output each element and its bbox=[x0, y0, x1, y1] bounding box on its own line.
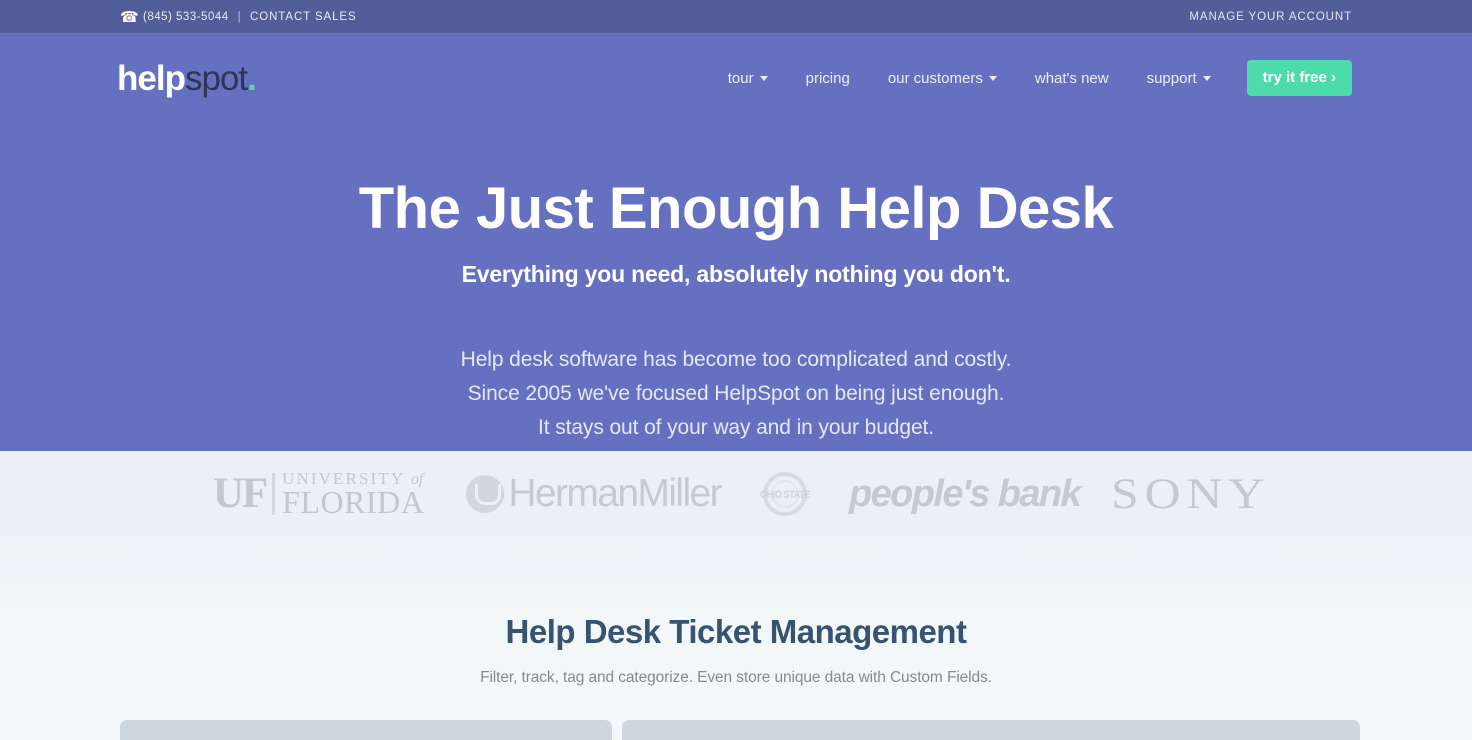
logo-university-of-florida: UF UNIVERSITY of FLORIDA bbox=[213, 470, 425, 518]
screenshot-panel-left bbox=[120, 720, 612, 740]
nav-item-our-customers[interactable]: our customers bbox=[888, 64, 997, 93]
logo-sony: SONY bbox=[1111, 470, 1264, 519]
hero-section: helpspot. tour pricing our customers wha… bbox=[0, 33, 1472, 451]
hero-content: The Just Enough Help Desk Everything you… bbox=[0, 123, 1472, 444]
section-title: Help Desk Ticket Management bbox=[505, 613, 967, 650]
nav-item-tour[interactable]: tour bbox=[728, 64, 768, 93]
chevron-down-icon bbox=[1202, 75, 1211, 81]
screenshot-panel-right bbox=[622, 720, 1360, 740]
nav-label-tour: tour bbox=[727, 69, 754, 87]
peoples-bank-wordmark: people's bank bbox=[849, 472, 1082, 515]
utility-bar-left: ☎ (845) 533-5044 | CONTACT SALES bbox=[120, 9, 357, 26]
chevron-down-icon bbox=[988, 75, 997, 81]
logo-herman-miller: HermanMiller bbox=[466, 472, 723, 516]
hero-paragraph-line-3: It stays out of your way and in your bud… bbox=[538, 415, 934, 439]
try-it-free-button[interactable]: try it free › bbox=[1246, 60, 1352, 96]
logo-text-dot: . bbox=[247, 58, 257, 98]
telephone-icon: ☎ bbox=[120, 9, 140, 26]
logo-text-help: help bbox=[117, 58, 186, 98]
section-subtitle: Filter, track, tag and categorize. Even … bbox=[480, 669, 992, 686]
logo-peoples-bank: people's bank bbox=[849, 472, 1082, 516]
contact-sales-link[interactable]: CONTACT SALES bbox=[250, 11, 357, 23]
nav-label-our-customers: our customers bbox=[887, 69, 983, 87]
logo-text-spot: spot bbox=[184, 58, 248, 98]
ticket-management-section: Help Desk Ticket Management Filter, trac… bbox=[0, 537, 1472, 740]
utility-separator: | bbox=[237, 10, 242, 23]
uf-wordmark: UNIVERSITY of FLORIDA bbox=[282, 470, 424, 518]
hero-paragraph-line-2: Since 2005 we've focused HelpSpot on bei… bbox=[467, 382, 1005, 406]
manage-your-account-link[interactable]: MANAGE YOUR ACCOUNT bbox=[1189, 11, 1352, 23]
uf-line-florida: FLORIDA bbox=[282, 484, 425, 520]
hero-headline: The Just Enough Help Desk bbox=[358, 176, 1114, 241]
nav-label-support: support bbox=[1146, 69, 1197, 87]
main-header: helpspot. tour pricing our customers wha… bbox=[0, 33, 1472, 123]
sony-wordmark: SONY bbox=[1111, 470, 1271, 518]
hero-paragraph: Help desk software has become too compli… bbox=[0, 343, 1472, 444]
nav-item-pricing[interactable]: pricing bbox=[806, 64, 850, 93]
sales-phone-number: (845) 533-5044 bbox=[143, 10, 229, 23]
screenshot-preview-panels bbox=[0, 720, 1472, 740]
nav-item-whats-new[interactable]: what's new bbox=[1035, 64, 1109, 93]
ohio-state-mark-icon: OHIO STATE bbox=[760, 472, 810, 516]
chevron-down-icon bbox=[759, 75, 768, 81]
landing-page: ☎ (845) 533-5044 | CONTACT SALES MANAGE … bbox=[0, 0, 1472, 740]
uf-divider bbox=[272, 473, 276, 515]
uf-monogram: UF bbox=[212, 470, 268, 518]
customer-logo-strip: UF UNIVERSITY of FLORIDA HermanMiller OH… bbox=[0, 451, 1472, 537]
herman-miller-mark-icon bbox=[466, 475, 505, 513]
ohio-state-wordmark: OHIO STATE bbox=[760, 487, 810, 501]
primary-navigation: tour pricing our customers what's new su… bbox=[728, 60, 1352, 96]
nav-item-support[interactable]: support bbox=[1147, 64, 1211, 93]
hero-paragraph-line-1: Help desk software has become too compli… bbox=[460, 348, 1012, 372]
hero-subheadline: Everything you need, absolutely nothing … bbox=[461, 261, 1011, 288]
herman-miller-wordmark: HermanMiller bbox=[508, 472, 722, 515]
helpspot-logo[interactable]: helpspot. bbox=[117, 58, 257, 98]
utility-bar: ☎ (845) 533-5044 | CONTACT SALES MANAGE … bbox=[0, 0, 1472, 33]
logo-ohio-state: OHIO STATE bbox=[760, 472, 810, 516]
